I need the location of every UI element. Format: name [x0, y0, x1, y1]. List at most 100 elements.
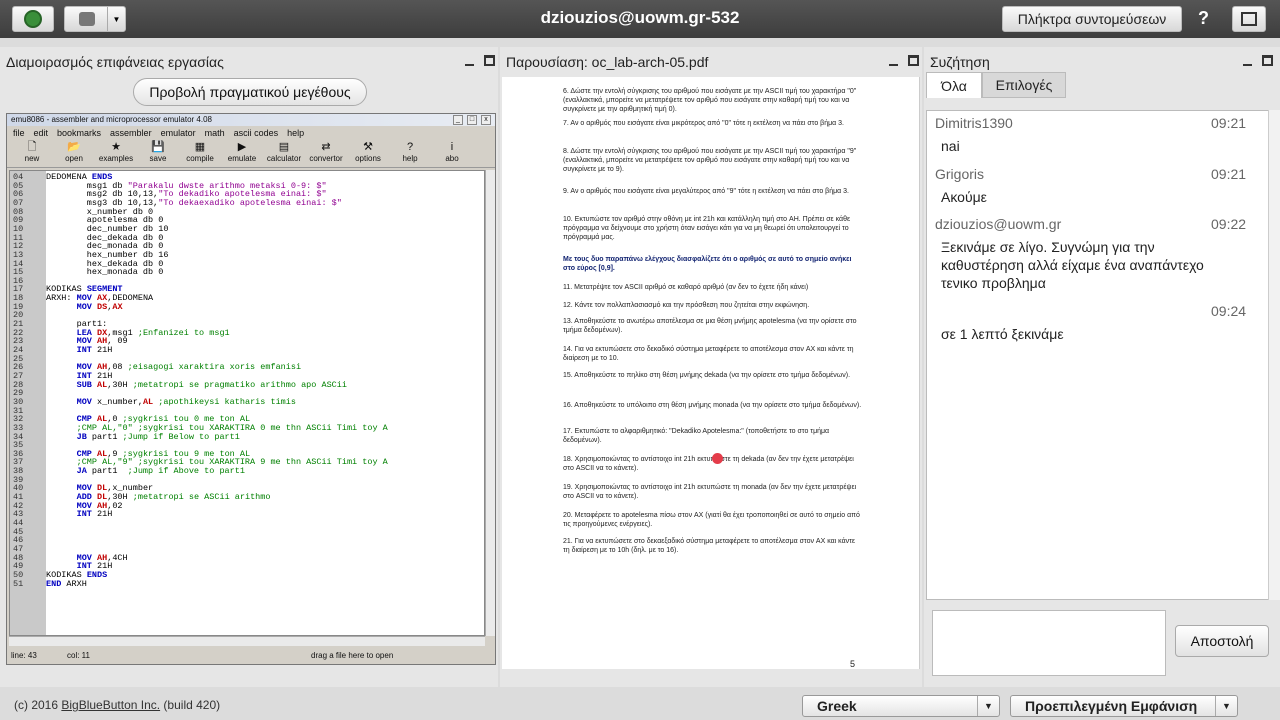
code-line: 30 MOV x_number,AL ;apothikeysi katharis…: [13, 396, 296, 407]
calculator-icon: ▤: [278, 141, 290, 153]
status-line: line: 43: [11, 651, 37, 660]
status-col: col: 11: [67, 651, 90, 660]
shortcuts-button[interactable]: Πλήκτρα συντομεύσεων: [1002, 6, 1182, 32]
emu-menu-item[interactable]: bookmarks: [57, 126, 101, 140]
slide-page-number: 5: [850, 659, 856, 669]
emu-tool-options[interactable]: ⚒ options: [347, 140, 389, 167]
maximize-icon[interactable]: [484, 55, 495, 66]
emu-tool-label: open: [65, 154, 83, 163]
code-line: 28 SUB AL,30H ;metatropi se pragmatiko a…: [13, 379, 347, 390]
slide-step: 7. Αν ο αριθμός που εισάγατε είναι μικρό…: [563, 120, 844, 127]
emu-tool-abo[interactable]: i abo: [431, 140, 473, 167]
tab-options[interactable]: Επιλογές: [982, 72, 1066, 98]
presentation-header: Παρουσίαση: oc_lab-arch-05.pdf: [500, 47, 922, 77]
emu-menu-item[interactable]: math: [205, 126, 225, 140]
language-value: Greek: [817, 698, 857, 714]
emulate-icon: ▶: [237, 141, 247, 153]
slide-step: 17. Εκτυπώστε το αλφαριθμητικό: "Dekadik…: [563, 428, 830, 444]
minimize-icon[interactable]: [888, 55, 899, 66]
chat-message-text: σε 1 λεπτό ξεκινάμε: [941, 326, 1064, 342]
emu-tool-new[interactable]: 🗋 new: [11, 140, 53, 167]
code-vertical-scrollbar[interactable]: [485, 170, 495, 636]
chat-timestamp: 09:24: [1211, 303, 1247, 319]
emu-tool-label: new: [24, 154, 40, 163]
chat-scrollbar[interactable]: [1268, 110, 1280, 600]
emulator-menu: file edit bookmarks assembler emulator math as…: [7, 126, 495, 140]
top-bar: ▼ dziouzios@uowm.gr-532 Πλήκτρα συντομεύ…: [0, 0, 1280, 38]
options-icon: ⚒: [363, 141, 373, 153]
status-drag-hint: drag a file here to open: [311, 651, 394, 660]
emu-menu-item[interactable]: file: [13, 126, 25, 140]
emu-tool-convertor[interactable]: ⇄ convertor: [305, 140, 347, 167]
chat-sender: Dimitris1390: [935, 115, 1013, 131]
emu-tool-calculator[interactable]: ▤ calculator: [263, 140, 305, 167]
emu-menu-item[interactable]: help: [287, 126, 304, 140]
slide-step: 13. Αποθηκεύστε το ανωτέρω αποτέλεσμα σε…: [563, 318, 857, 334]
examples-icon: ★: [111, 141, 121, 153]
slide-step: 15. Αποθηκεύστε το πηλίκο στη θέση μνήμη…: [563, 372, 851, 379]
slide-step: 11. Μετατρέψτε τον ASCII αριθμό σε καθαρ…: [563, 284, 809, 291]
emu-minimize-icon[interactable]: _: [453, 115, 463, 125]
real-size-button[interactable]: Προβολή πραγματικού μεγέθους: [133, 78, 367, 106]
layout-select[interactable]: Προεπιλεγμένη Εμφάνιση ▼: [1010, 695, 1238, 717]
emulator-status-bar: line: 43 col: 11 drag a file here to ope…: [9, 650, 493, 662]
desktop-sharing-title: Διαμοιρασμός επιφάνειας εργασίας: [6, 54, 224, 70]
emu-menu-item[interactable]: edit: [34, 126, 49, 140]
maximize-icon[interactable]: [1262, 55, 1273, 66]
emu-tool-compile[interactable]: ▦ compile: [179, 140, 221, 167]
code-editor[interactable]: 04 DEDOMENA ENDS 05 msg1 db "Parakalu dwst…: [9, 170, 485, 636]
emu-tool-label: abo: [445, 154, 459, 163]
slide-step: 19. Χρησιμοποιώντας το αντίστοιχο int 21…: [563, 484, 857, 500]
code-line: 43 INT 21H: [13, 509, 113, 520]
emulator-titlebar: emu8086 - assembler and microprocessor e…: [7, 114, 495, 126]
chevron-down-icon[interactable]: ▼: [1215, 696, 1237, 716]
chat-input[interactable]: [932, 610, 1166, 676]
emu-menu-item[interactable]: emulator: [161, 126, 196, 140]
slide-page[interactable]: 6. Δώστε την εντολή σύγκρισης του αριθμο…: [502, 77, 920, 669]
send-button[interactable]: Αποστολή: [1175, 625, 1269, 657]
chat-message-text: Ξεκινάμε σε λίγο. Συγνώμη για την καθυστ…: [941, 239, 1204, 291]
desktop-sharing-header: Διαμοιρασμός επιφάνειας εργασίας: [0, 47, 498, 77]
emu-tool-examples[interactable]: ★ examples: [95, 140, 137, 167]
help-icon[interactable]: ?: [1198, 8, 1209, 29]
presentation-panel: Παρουσίαση: oc_lab-arch-05.pdf 6. Δώστε …: [500, 47, 922, 687]
emu-maximize-icon[interactable]: □: [467, 115, 477, 125]
emu-tool-label: options: [355, 154, 381, 163]
chevron-down-icon[interactable]: ▼: [977, 696, 999, 716]
emu-menu-item[interactable]: ascii codes: [234, 126, 279, 140]
code-line: 15 hex_monada db 0: [13, 267, 164, 278]
minimize-icon[interactable]: [1242, 55, 1253, 66]
chevron-down-icon[interactable]: ▼: [107, 7, 125, 31]
code-line: 34 JB part1 ;Jump if Below to part1: [13, 431, 240, 442]
chat-panel: Συζήτηση Όλα Επιλογές Dimitris1390 09:21 n…: [924, 47, 1280, 687]
emu-tool-label: compile: [186, 154, 214, 163]
copyright: (c) 2016 BigBlueButton Inc. (build 420): [14, 698, 220, 712]
slide-step: Με τους δυο παραπάνω ελέγχους διασφαλίζε…: [563, 256, 852, 272]
emu-close-icon[interactable]: x: [481, 115, 491, 125]
emu-menu-item[interactable]: assembler: [110, 126, 152, 140]
logout-button[interactable]: [1232, 6, 1266, 32]
slide-step: 12. Κάντε τον πολλαπλασιασμό και την πρό…: [563, 302, 810, 309]
emu-tool-emulate[interactable]: ▶ emulate: [221, 140, 263, 167]
webcam-button[interactable]: ▼: [64, 6, 126, 32]
emu-tool-label: emulate: [227, 154, 257, 163]
emu-tool-help[interactable]: ? help: [389, 140, 431, 167]
minimize-icon[interactable]: [464, 55, 475, 66]
emu-tool-label: examples: [98, 154, 134, 163]
code-horizontal-scrollbar[interactable]: [9, 636, 485, 646]
webcam-icon: [79, 12, 95, 26]
slide-step: 14. Για να εκτυπώσετε στο δεκαδικό σύστη…: [563, 346, 854, 362]
maximize-icon[interactable]: [908, 55, 919, 66]
tab-all[interactable]: Όλα: [926, 72, 982, 98]
chat-sender: dziouzios@uowm.gr: [935, 216, 1062, 232]
language-select[interactable]: Greek ▼: [802, 695, 1000, 717]
convertor-icon: ⇄: [321, 141, 331, 153]
emu-tool-open[interactable]: 📂 open: [53, 140, 95, 167]
emu-tool-save[interactable]: 💾 save: [137, 140, 179, 167]
audio-button[interactable]: [12, 6, 54, 32]
abo-icon: i: [450, 141, 454, 153]
chat-title: Συζήτηση: [930, 54, 990, 70]
slide-step: 9. Αν ο αριθμός που εισάγατε είναι μεγαλ…: [563, 188, 849, 195]
presentation-title: Παρουσίαση: oc_lab-arch-05.pdf: [506, 54, 709, 70]
copyright-link[interactable]: BigBlueButton Inc.: [61, 698, 160, 712]
